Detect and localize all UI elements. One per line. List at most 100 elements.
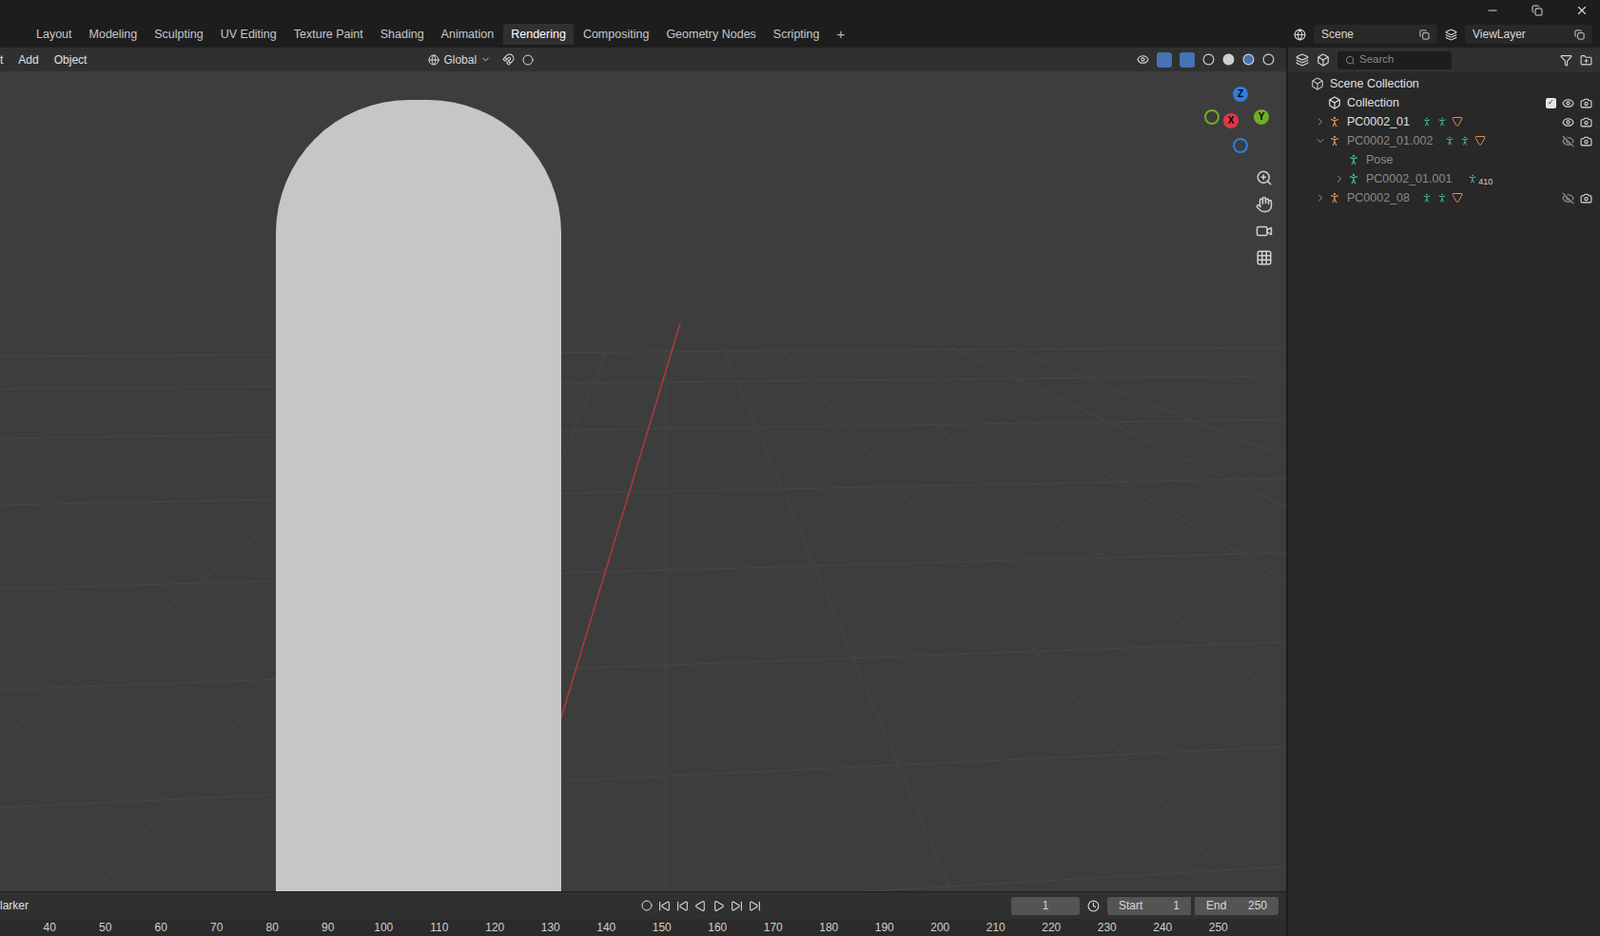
pose-icon <box>1346 172 1361 186</box>
minimize-icon[interactable] <box>1485 3 1500 18</box>
marker-menu[interactable]: larker <box>0 897 29 915</box>
outliner-label: PC0002_08 <box>1346 189 1410 208</box>
outliner-label: Collection <box>1346 94 1400 113</box>
pose-icon <box>1421 116 1433 128</box>
armature-data-icon <box>1436 192 1448 204</box>
camera-icon[interactable] <box>1580 192 1593 205</box>
prev-key-icon[interactable] <box>676 899 689 913</box>
restore-icon[interactable] <box>1531 4 1543 17</box>
outliner-row[interactable]: Scene Collection <box>1287 74 1600 94</box>
workspace-tab[interactable]: Geometry Nodes <box>658 23 763 46</box>
collection-checkbox[interactable]: ✓ <box>1545 97 1557 109</box>
armature-icon <box>1327 115 1342 129</box>
play-reverse-icon[interactable] <box>694 899 707 913</box>
editor-type-icon[interactable] <box>1295 53 1309 67</box>
collapse-icon[interactable] <box>1314 135 1327 147</box>
workspace-tab[interactable]: Texture Paint <box>286 23 371 46</box>
jump-start-icon[interactable] <box>658 899 671 913</box>
proportional-icon[interactable] <box>522 54 534 66</box>
duplicate-icon[interactable] <box>1419 29 1430 40</box>
workspace-tab[interactable]: Shading <box>372 23 432 46</box>
ruler-tick: 120 <box>467 918 524 936</box>
current-frame-field[interactable]: 1 <box>1011 897 1080 916</box>
timeline-header: larker 1 Start1End250 <box>0 891 1287 919</box>
workspace-tab[interactable]: Sculpting <box>146 23 211 46</box>
outliner-tree: Scene CollectionCollection✓PC0002_01PC00… <box>1287 72 1600 208</box>
camera-icon[interactable] <box>1580 116 1593 129</box>
workspace-tab[interactable]: Layout <box>28 23 80 46</box>
workspace-tab[interactable]: Scripting <box>765 23 828 46</box>
overlay-toggle[interactable] <box>1179 52 1195 68</box>
ruler-tick: 190 <box>857 918 914 936</box>
jump-end-icon[interactable] <box>748 899 761 913</box>
outliner-search[interactable]: Search <box>1337 51 1452 70</box>
duplicate-icon[interactable] <box>1574 29 1585 40</box>
viewport-menu[interactable]: t <box>0 51 3 69</box>
outliner-row[interactable]: PC0002_08 <box>1287 188 1600 208</box>
close-icon[interactable] <box>1575 3 1589 18</box>
pan-icon[interactable] <box>1255 195 1273 214</box>
workspace-tab[interactable]: Rendering <box>503 23 574 46</box>
ruler-tick: 230 <box>1079 918 1136 936</box>
workspace-tab[interactable]: UV Editing <box>213 23 285 46</box>
filter-icon[interactable] <box>1560 54 1573 67</box>
outliner-row[interactable]: PC0002_01.002 <box>1287 131 1600 151</box>
title-bar <box>0 0 1600 21</box>
eye-closed-icon[interactable] <box>1561 135 1575 148</box>
play-icon[interactable] <box>712 899 725 913</box>
expand-icon[interactable] <box>1333 173 1346 185</box>
wireframe-shading-icon[interactable] <box>1202 53 1215 66</box>
end-frame-field[interactable]: End250 <box>1194 897 1279 916</box>
new-collection-icon[interactable] <box>1580 54 1593 67</box>
add-workspace-button[interactable]: + <box>829 23 854 46</box>
next-key-icon[interactable] <box>730 899 743 913</box>
ruler-tick: 180 <box>800 918 858 936</box>
material-shading-icon[interactable] <box>1242 53 1255 66</box>
topbar: LayoutModelingSculptingUV EditingTexture… <box>0 20 1600 48</box>
model-render[interactable] <box>275 99 562 892</box>
start-frame-field[interactable]: Start1 <box>1107 897 1191 916</box>
workspace-tab[interactable]: Animation <box>433 23 503 46</box>
snap-icon[interactable] <box>502 53 515 66</box>
eye-icon[interactable] <box>1561 116 1575 129</box>
blender-window: LayoutModelingSculptingUV EditingTexture… <box>0 0 1600 936</box>
viewport-menu[interactable]: Add <box>18 51 39 69</box>
outliner-row[interactable]: PC0002_01 <box>1287 112 1600 132</box>
view-layer-icon <box>1444 28 1458 41</box>
workspace-tab[interactable]: Modeling <box>81 23 146 46</box>
auto-key-icon[interactable] <box>641 899 653 912</box>
outliner-label: PC0002_01.001 <box>1365 170 1452 189</box>
camera-icon[interactable] <box>1580 97 1593 110</box>
solid-shading-icon[interactable] <box>1222 53 1235 66</box>
workspace-tab[interactable]: Compositing <box>575 23 657 46</box>
ruler-tick: 80 <box>244 918 301 936</box>
orientation-icon <box>428 54 440 66</box>
outliner-row[interactable]: Pose <box>1287 150 1600 170</box>
viewport-menu[interactable]: Object <box>54 51 88 69</box>
display-mode-icon[interactable] <box>1316 53 1330 67</box>
ortho-toggle-icon[interactable] <box>1255 249 1273 267</box>
camera-view-icon[interactable] <box>1255 222 1273 240</box>
mesh-icon <box>1451 192 1464 204</box>
ruler-tick: 60 <box>133 918 190 936</box>
expand-icon[interactable] <box>1314 192 1327 204</box>
scene-field[interactable]: Scene <box>1313 24 1438 44</box>
axis-gizmo[interactable]: ZYX <box>1194 82 1271 156</box>
camera-icon[interactable] <box>1580 135 1593 148</box>
viewport[interactable]: ZYX <box>0 71 1287 892</box>
eye-icon[interactable] <box>1561 97 1575 110</box>
pose-icon <box>1443 135 1456 147</box>
zoom-icon[interactable] <box>1255 169 1273 187</box>
preview-range-icon[interactable] <box>1087 899 1100 913</box>
outliner-row[interactable]: Collection ✓ <box>1287 93 1600 113</box>
pose-icon <box>1346 153 1361 167</box>
render-shading-icon[interactable] <box>1262 53 1275 66</box>
visibility-icon[interactable] <box>1136 53 1150 66</box>
orientation-dropdown[interactable]: Global <box>424 51 495 69</box>
gizmo-toggle[interactable] <box>1156 52 1172 68</box>
view-layer-field[interactable]: ViewLayer <box>1464 24 1593 44</box>
eye-closed-icon[interactable] <box>1561 192 1575 205</box>
expand-icon[interactable] <box>1314 116 1327 128</box>
outliner-row[interactable]: PC0002_01.001410 <box>1287 169 1600 189</box>
mesh-icon <box>1474 135 1486 147</box>
